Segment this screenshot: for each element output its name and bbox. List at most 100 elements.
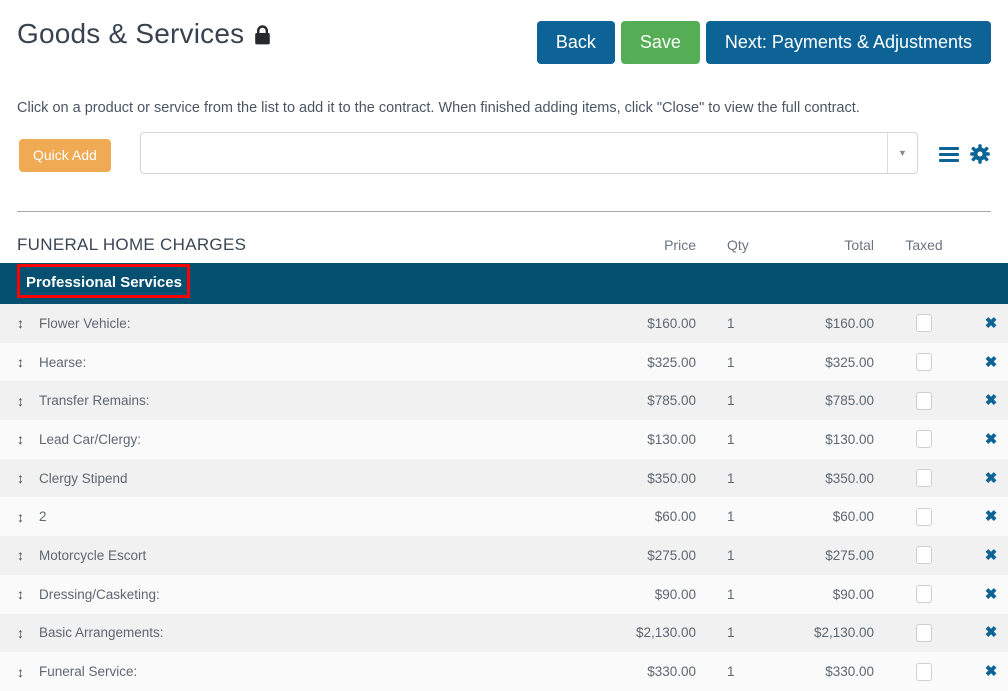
close-icon[interactable]: ✖: [985, 664, 998, 679]
taxed-checkbox[interactable]: [916, 391, 932, 410]
taxed-checkbox[interactable]: [916, 314, 932, 333]
item-delete-cell: ✖: [974, 548, 1008, 563]
item-taxed-cell: [874, 623, 974, 642]
drag-vertical-icon[interactable]: ↕: [17, 509, 39, 525]
item-delete-cell: ✖: [974, 432, 1008, 447]
drag-vertical-icon[interactable]: ↕: [17, 470, 39, 486]
back-button[interactable]: Back: [536, 21, 615, 64]
column-header-taxed: Taxed: [905, 236, 943, 253]
drag-vertical-icon[interactable]: ↕: [17, 547, 39, 563]
taxed-checkbox[interactable]: [916, 546, 932, 565]
taxed-checkbox[interactable]: [916, 469, 932, 488]
section-divider: [17, 211, 991, 212]
item-delete-cell: ✖: [974, 355, 1008, 370]
item-qty: 1: [727, 625, 735, 641]
table-row[interactable]: ↕ Lead Car/Clergy: $130.00 1 $130.00 ✖: [0, 420, 1008, 459]
item-price: $130.00: [647, 431, 696, 447]
item-delete-cell: ✖: [974, 587, 1008, 602]
item-delete-cell: ✖: [974, 509, 1008, 524]
table-row[interactable]: ↕ Clergy Stipend $350.00 1 $350.00 ✖: [0, 458, 1008, 498]
item-price: $60.00: [654, 509, 696, 525]
item-price: $160.00: [647, 315, 696, 331]
item-taxed-cell: [874, 430, 974, 449]
item-qty: 1: [727, 431, 735, 447]
next-payments-adjustments-button[interactable]: Next: Payments & Adjustments: [705, 21, 991, 64]
taxed-checkbox[interactable]: [916, 507, 932, 526]
lock-icon: [253, 25, 272, 45]
table-row[interactable]: ↕ Funeral Service: $330.00 1 $330.00 ✖: [0, 652, 1008, 691]
table-column-headers: FUNERAL HOME CHARGES Price Qty Total Tax…: [0, 226, 1008, 263]
table-row[interactable]: ↕ 2 $60.00 1 $60.00 ✖: [0, 497, 1008, 537]
column-header-total: Total: [844, 236, 874, 253]
section-header-professional-services[interactable]: Professional Services: [0, 263, 1008, 304]
item-total: $60.00: [832, 509, 874, 525]
item-name: Transfer Remains:: [39, 393, 150, 409]
taxed-checkbox[interactable]: [916, 585, 932, 604]
drag-vertical-icon[interactable]: ↕: [17, 625, 39, 641]
drag-vertical-icon[interactable]: ↕: [17, 354, 39, 370]
item-taxed-cell: [874, 585, 974, 604]
close-icon[interactable]: ✖: [985, 587, 998, 602]
table-row[interactable]: ↕ Hearse: $325.00 1 $325.00 ✖: [0, 342, 1008, 382]
item-name: Hearse:: [39, 354, 87, 370]
taxed-checkbox[interactable]: [916, 353, 932, 372]
drag-vertical-icon[interactable]: ↕: [17, 664, 39, 680]
taxed-checkbox[interactable]: [916, 662, 932, 681]
product-search-input[interactable]: [141, 133, 887, 173]
item-price: $785.00: [647, 393, 696, 409]
close-icon[interactable]: ✖: [985, 471, 998, 486]
item-taxed-cell: [874, 469, 974, 488]
item-delete-cell: ✖: [974, 393, 1008, 408]
drag-vertical-icon[interactable]: ↕: [17, 315, 39, 331]
close-icon[interactable]: ✖: [985, 316, 998, 331]
item-name: Dressing/Casketing:: [39, 586, 160, 602]
table-row[interactable]: ↕ Motorcycle Escort $275.00 1 $275.00 ✖: [0, 536, 1008, 575]
chevron-down-icon[interactable]: ▼: [887, 133, 917, 173]
table-body: ↕ Flower Vehicle: $160.00 1 $160.00 ✖ ↕ Hearse:…: [0, 304, 1008, 691]
item-name: Flower Vehicle:: [39, 315, 131, 331]
list-icon[interactable]: [936, 141, 962, 167]
table-row[interactable]: ↕ Transfer Remains: $785.00 1 $785.00 ✖: [0, 381, 1008, 421]
item-price: $2,130.00: [635, 625, 696, 641]
group-title: FUNERAL HOME CHARGES: [17, 234, 247, 254]
item-total: $275.00: [825, 547, 874, 563]
drag-vertical-icon[interactable]: ↕: [17, 393, 39, 409]
item-price: $90.00: [654, 586, 696, 602]
item-price: $350.00: [647, 470, 696, 486]
quick-add-button[interactable]: Quick Add: [19, 139, 111, 172]
save-button[interactable]: Save: [620, 21, 700, 64]
item-total: $325.00: [825, 354, 874, 370]
table-row[interactable]: ↕ Dressing/Casketing: $90.00 1 $90.00 ✖: [0, 574, 1008, 614]
close-icon[interactable]: ✖: [985, 509, 998, 524]
item-qty: 1: [727, 547, 735, 563]
taxed-checkbox[interactable]: [916, 430, 932, 449]
item-taxed-cell: [874, 546, 974, 565]
close-icon[interactable]: ✖: [985, 548, 998, 563]
item-qty: 1: [727, 509, 735, 525]
drag-vertical-icon[interactable]: ↕: [17, 431, 39, 447]
item-taxed-cell: [874, 314, 974, 333]
quick-add-toolbar: Quick Add ▼: [0, 131, 1008, 185]
item-qty: 1: [727, 586, 735, 602]
table-row[interactable]: ↕ Basic Arrangements: $2,130.00 1 $2,130.00 ✖: [0, 613, 1008, 653]
item-total: $2,130.00: [813, 625, 874, 641]
close-icon[interactable]: ✖: [985, 393, 998, 408]
drag-vertical-icon[interactable]: ↕: [17, 586, 39, 602]
item-price: $330.00: [647, 664, 696, 680]
instructions-text: Click on a product or service from the l…: [17, 100, 860, 116]
item-qty: 1: [727, 315, 735, 331]
product-search-combobox[interactable]: ▼: [140, 132, 918, 174]
table-row[interactable]: ↕ Flower Vehicle: $160.00 1 $160.00 ✖: [0, 304, 1008, 343]
item-total: $130.00: [825, 431, 874, 447]
item-name: Funeral Service:: [39, 664, 138, 680]
close-icon[interactable]: ✖: [985, 432, 998, 447]
item-qty: 1: [727, 664, 735, 680]
close-icon[interactable]: ✖: [985, 625, 998, 640]
taxed-checkbox[interactable]: [916, 623, 932, 642]
item-name: Clergy Stipend: [39, 470, 128, 486]
close-icon[interactable]: ✖: [985, 355, 998, 370]
item-taxed-cell: [874, 507, 974, 526]
item-price: $325.00: [647, 354, 696, 370]
item-delete-cell: ✖: [974, 471, 1008, 486]
gear-icon[interactable]: [967, 141, 993, 167]
